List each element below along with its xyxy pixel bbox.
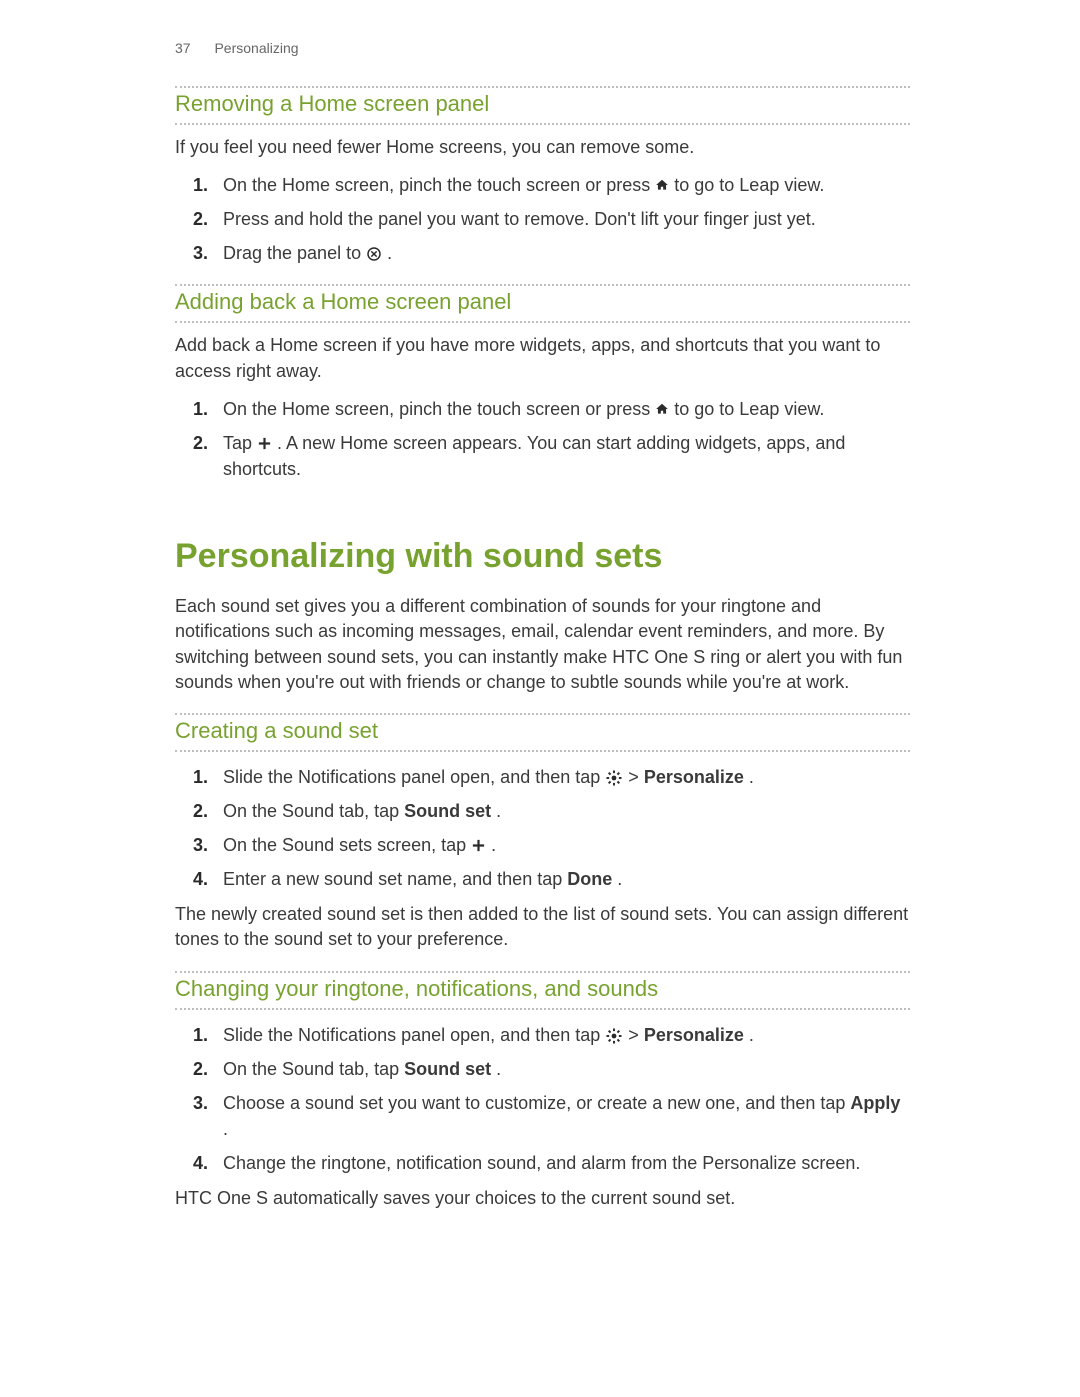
section-title-changing-sounds: Changing your ringtone, notifications, a…	[175, 976, 910, 1002]
steps-list: Slide the Notifications panel open, and …	[175, 764, 910, 892]
step-text: Drag the panel to	[223, 243, 366, 263]
step-item: Drag the panel to .	[223, 240, 910, 266]
step-text: Enter a new sound set name, and then tap	[223, 869, 567, 889]
section-intro: If you feel you need fewer Home screens,…	[175, 135, 910, 160]
section-intro: Add back a Home screen if you have more …	[175, 333, 910, 383]
step-text: to go to Leap view.	[674, 175, 824, 195]
step-text: to go to Leap view.	[674, 399, 824, 419]
step-text: >	[628, 1025, 644, 1045]
step-bold: Sound set	[404, 801, 491, 821]
step-text: On the Home screen, pinch the touch scre…	[223, 399, 655, 419]
gear-icon	[605, 769, 623, 787]
step-item: On the Sound sets screen, tap .	[223, 832, 910, 858]
step-text: Press and hold the panel you want to rem…	[223, 209, 816, 229]
step-item: Slide the Notifications panel open, and …	[223, 764, 910, 790]
section-divider: Creating a sound set	[175, 713, 910, 752]
step-text: .	[223, 1119, 228, 1139]
step-item: Tap . A new Home screen appears. You can…	[223, 430, 910, 482]
page-header: 37 Personalizing	[175, 40, 910, 56]
home-icon	[655, 178, 669, 192]
step-bold: Personalize	[644, 1025, 744, 1045]
plus-icon	[471, 838, 486, 853]
step-bold: Personalize	[644, 767, 744, 787]
section-divider: Changing your ringtone, notifications, a…	[175, 971, 910, 1010]
page-number: 37	[175, 40, 191, 56]
step-item: Press and hold the panel you want to rem…	[223, 206, 910, 232]
remove-circle-icon	[366, 246, 382, 262]
step-text: On the Home screen, pinch the touch scre…	[223, 175, 655, 195]
step-item: Slide the Notifications panel open, and …	[223, 1022, 910, 1048]
h1-personalizing-sound-sets: Personalizing with sound sets	[175, 537, 910, 576]
step-text: .	[749, 767, 754, 787]
step-text: >	[628, 767, 644, 787]
section-title-creating-sound-set: Creating a sound set	[175, 718, 910, 744]
step-text: .	[617, 869, 622, 889]
section-divider: Adding back a Home screen panel	[175, 284, 910, 323]
step-item: On the Sound tab, tap Sound set .	[223, 1056, 910, 1082]
step-text: . A new Home screen appears. You can sta…	[223, 433, 845, 479]
section-title-removing: Removing a Home screen panel	[175, 91, 910, 117]
header-section: Personalizing	[214, 40, 298, 56]
manual-page: 37 Personalizing Removing a Home screen …	[0, 0, 1080, 1301]
steps-list: On the Home screen, pinch the touch scre…	[175, 172, 910, 266]
steps-list: On the Home screen, pinch the touch scre…	[175, 396, 910, 482]
step-text: .	[496, 801, 501, 821]
section-title-adding: Adding back a Home screen panel	[175, 289, 910, 315]
step-text: On the Sound tab, tap	[223, 1059, 404, 1079]
section-outro: The newly created sound set is then adde…	[175, 902, 910, 952]
step-text: .	[496, 1059, 501, 1079]
step-text: On the Sound sets screen, tap	[223, 835, 471, 855]
step-item: On the Home screen, pinch the touch scre…	[223, 396, 910, 422]
step-item: Change the ringtone, notification sound,…	[223, 1150, 910, 1176]
steps-list: Slide the Notifications panel open, and …	[175, 1022, 910, 1176]
step-bold: Apply	[850, 1093, 900, 1113]
step-text: .	[387, 243, 392, 263]
step-text: Slide the Notifications panel open, and …	[223, 1025, 605, 1045]
step-text: Choose a sound set you want to customize…	[223, 1093, 850, 1113]
step-text: Tap	[223, 433, 257, 453]
step-text: On the Sound tab, tap	[223, 801, 404, 821]
step-item: Enter a new sound set name, and then tap…	[223, 866, 910, 892]
step-item: On the Sound tab, tap Sound set .	[223, 798, 910, 824]
section-divider: Removing a Home screen panel	[175, 86, 910, 125]
section-intro: Each sound set gives you a different com…	[175, 594, 910, 695]
step-item: On the Home screen, pinch the touch scre…	[223, 172, 910, 198]
step-bold: Sound set	[404, 1059, 491, 1079]
step-bold: Done	[567, 869, 612, 889]
step-text: Change the ringtone, notification sound,…	[223, 1153, 860, 1173]
step-text: .	[749, 1025, 754, 1045]
home-icon	[655, 402, 669, 416]
gear-icon	[605, 1027, 623, 1045]
step-item: Choose a sound set you want to customize…	[223, 1090, 910, 1142]
step-text: .	[491, 835, 496, 855]
plus-icon	[257, 436, 272, 451]
section-outro: HTC One S automatically saves your choic…	[175, 1186, 910, 1211]
step-text: Slide the Notifications panel open, and …	[223, 767, 605, 787]
